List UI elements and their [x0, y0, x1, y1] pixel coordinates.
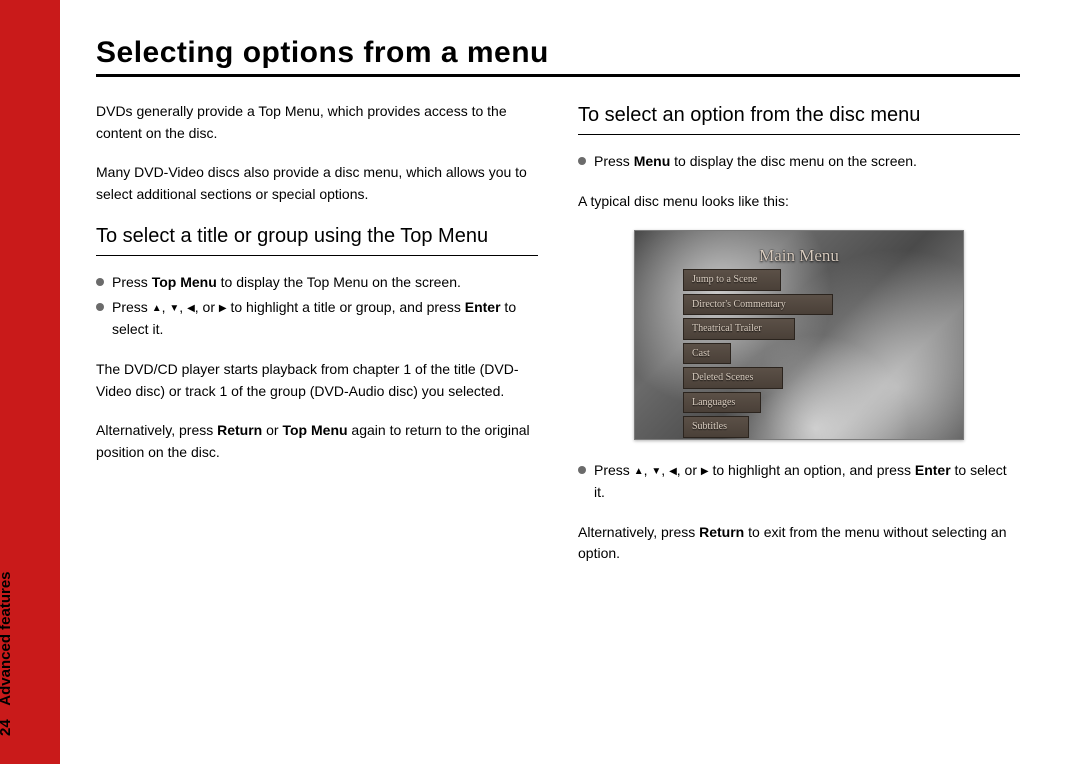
intro-paragraph-2: Many DVD-Video discs also provide a disc… — [96, 162, 538, 205]
subheading-rule — [578, 134, 1020, 135]
disc-menu-item: Languages — [683, 392, 761, 414]
down-arrow-icon: ▼ — [169, 301, 179, 317]
left-arrow-icon: ◀ — [187, 301, 195, 317]
text: , — [644, 462, 652, 478]
text: to display the disc menu on the screen. — [670, 153, 917, 169]
left-arrow-icon: ◀ — [669, 464, 677, 480]
down-arrow-icon: ▼ — [651, 464, 661, 480]
text: or — [262, 422, 282, 438]
disc-menu-item: Director's Commentary — [683, 294, 833, 316]
bullet-icon — [96, 278, 104, 286]
right-subheading: To select an option from the disc menu — [578, 103, 1020, 128]
disc-menu-item: Subtitles — [683, 416, 749, 438]
bold-text: Enter — [465, 299, 501, 315]
left-subheading: To select a title or group using the Top… — [96, 224, 538, 249]
up-arrow-icon: ▲ — [152, 301, 162, 317]
bold-text: Return — [699, 524, 744, 540]
right-bullet-group-2: Press ▲, ▼, ◀, or ▶ to highlight an opti… — [578, 460, 1020, 503]
bullet-icon — [578, 157, 586, 165]
bullet-icon — [96, 303, 104, 311]
disc-menu-item: Theatrical Trailer — [683, 318, 795, 340]
disc-menu-item: Deleted Scenes — [683, 367, 783, 389]
page: 24 Advanced features Selecting options f… — [0, 0, 1080, 764]
bold-text: Enter — [915, 462, 951, 478]
text: , or — [195, 299, 219, 315]
left-paragraph-3: The DVD/CD player starts playback from c… — [96, 359, 538, 402]
left-bullet-group: Press Top Menu to display the Top Menu o… — [96, 272, 538, 341]
page-number: 24 — [0, 719, 14, 736]
page-title: Selecting options from a menu — [96, 36, 1020, 70]
disc-menu-title: Main Menu — [635, 243, 963, 269]
text: , — [162, 299, 170, 315]
section-name: Advanced features — [0, 571, 14, 705]
bold-text: Return — [217, 422, 262, 438]
bold-text: Menu — [634, 153, 671, 169]
bold-text: Top Menu — [152, 274, 217, 290]
text: to highlight an option, and press — [709, 462, 915, 478]
text: to highlight a title or group, and press — [227, 299, 465, 315]
disc-menu-list: Jump to a Scene Director's Commentary Th… — [683, 269, 848, 441]
intro-paragraph-1: DVDs generally provide a Top Menu, which… — [96, 101, 538, 144]
columns: DVDs generally provide a Top Menu, which… — [96, 101, 1020, 583]
text: Press — [594, 153, 634, 169]
right-column: To select an option from the disc menu P… — [578, 101, 1020, 583]
disc-menu-screenshot: Main Menu Jump to a Scene Director's Com… — [634, 230, 964, 440]
bold-text: Top Menu — [282, 422, 347, 438]
text: Press — [112, 299, 152, 315]
right-bullet-3-text: Press ▲, ▼, ◀, or ▶ to highlight an opti… — [594, 460, 1020, 503]
content-area: Selecting options from a menu DVDs gener… — [96, 36, 1020, 583]
text: to display the Top Menu on the screen. — [217, 274, 461, 290]
disc-menu-item: Cast — [683, 343, 731, 365]
title-block: Selecting options from a menu — [96, 36, 1020, 77]
up-arrow-icon: ▲ — [634, 464, 644, 480]
text: Press — [112, 274, 152, 290]
right-paragraph-2: A typical disc menu looks like this: — [578, 191, 1020, 213]
left-bullet-1-text: Press Top Menu to display the Top Menu o… — [112, 272, 538, 294]
right-bullet-1: Press Menu to display the disc menu on t… — [578, 151, 1020, 173]
bullet-icon — [578, 466, 586, 474]
text: Press — [594, 462, 634, 478]
left-paragraph-4: Alternatively, press Return or Top Menu … — [96, 420, 538, 463]
left-column: DVDs generally provide a Top Menu, which… — [96, 101, 538, 583]
text: , — [661, 462, 669, 478]
right-arrow-icon: ▶ — [701, 464, 709, 480]
right-arrow-icon: ▶ — [219, 301, 227, 317]
sidebar-label: 24 Advanced features — [0, 571, 14, 736]
left-bullet-2: Press ▲, ▼, ◀, or ▶ to highlight a title… — [96, 297, 538, 340]
right-bullet-3: Press ▲, ▼, ◀, or ▶ to highlight an opti… — [578, 460, 1020, 503]
text: Alternatively, press — [578, 524, 699, 540]
disc-menu-item: Jump to a Scene — [683, 269, 781, 291]
text: Alternatively, press — [96, 422, 217, 438]
left-bullet-2-text: Press ▲, ▼, ◀, or ▶ to highlight a title… — [112, 297, 538, 340]
right-paragraph-4: Alternatively, press Return to exit from… — [578, 522, 1020, 565]
text: , — [179, 299, 187, 315]
left-bullet-1: Press Top Menu to display the Top Menu o… — [96, 272, 538, 294]
title-rule — [96, 74, 1020, 77]
right-bullet-group-1: Press Menu to display the disc menu on t… — [578, 151, 1020, 173]
text: , or — [677, 462, 701, 478]
right-bullet-1-text: Press Menu to display the disc menu on t… — [594, 151, 1020, 173]
subheading-rule — [96, 255, 538, 256]
